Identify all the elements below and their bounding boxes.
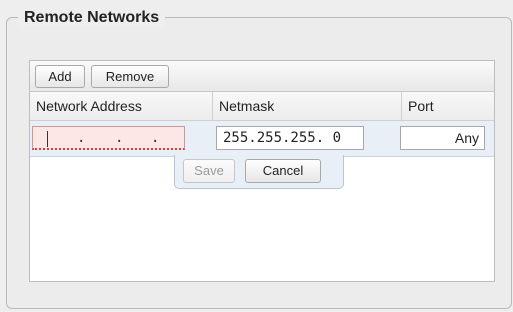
cancel-button[interactable]: Cancel xyxy=(245,159,321,183)
column-header-netmask[interactable]: Netmask xyxy=(213,92,402,120)
network-address-input[interactable]: . . . xyxy=(32,126,185,150)
ip-separator: . xyxy=(77,130,86,146)
grid-header: Network Address Netmask Port xyxy=(30,92,494,121)
column-header-port[interactable]: Port xyxy=(402,92,496,120)
save-button[interactable]: Save xyxy=(183,159,235,183)
text-caret xyxy=(47,131,48,147)
remote-networks-grid: Add Remove Network Address Netmask Port … xyxy=(29,60,495,282)
row-editor-actions: Save Cancel xyxy=(174,155,344,189)
netmask-input[interactable]: 255.255.255. 0 xyxy=(216,126,364,150)
ip-separator: . xyxy=(151,130,160,146)
column-header-network-address[interactable]: Network Address xyxy=(30,92,213,120)
remove-button[interactable]: Remove xyxy=(91,65,169,88)
ip-separator: . xyxy=(115,130,124,146)
section-title: Remote Networks xyxy=(18,9,166,27)
port-input[interactable]: Any xyxy=(400,126,485,150)
add-button[interactable]: Add xyxy=(35,65,85,88)
edit-row: . . . 255.255.255. 0 Any xyxy=(30,121,494,157)
grid-toolbar: Add Remove xyxy=(30,61,494,92)
